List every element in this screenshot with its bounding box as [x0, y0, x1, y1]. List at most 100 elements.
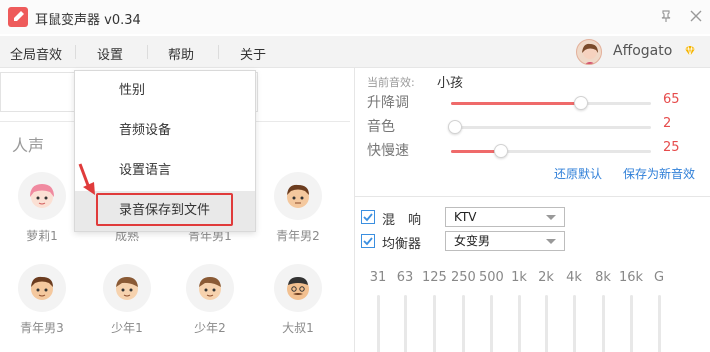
menu-help[interactable]: 帮助 [168, 44, 194, 63]
user-avatar[interactable] [576, 39, 602, 65]
eq-band-label: 4k [566, 270, 582, 285]
loli-face-icon [30, 184, 54, 208]
menu-bar: 全局音效 设置 帮助 关于 Affogato [0, 36, 710, 68]
slider-fill [451, 102, 581, 105]
equalizer-checkbox[interactable] [361, 234, 375, 248]
eq-band-slider[interactable] [404, 295, 407, 352]
eq-band-slider[interactable] [630, 295, 633, 352]
voice-label: 大叔1 [282, 321, 314, 335]
eq-band-label: 16k [619, 270, 644, 285]
window-title: 耳鼠变声器 v0.34 [35, 13, 141, 28]
timbre-slider-row: 音色 2 [367, 116, 707, 138]
vip-diamond-icon [683, 44, 697, 58]
young-man-face-icon [31, 276, 53, 300]
voice-avatar [274, 172, 322, 220]
microphone-app-icon [8, 7, 28, 27]
voice-item-boy2[interactable]: 少年2 [170, 264, 250, 336]
eq-band-label: 1k [511, 270, 527, 285]
pin-icon[interactable] [655, 6, 677, 28]
eq-band-label: 125 [422, 270, 447, 285]
eq-band-label: 2k [538, 270, 554, 285]
menu-item-gender[interactable]: 性别 [75, 71, 255, 111]
reset-default-link[interactable]: 还原默认 [554, 165, 602, 182]
equalizer-select-value: 女变男 [454, 234, 491, 248]
menu-settings[interactable]: 设置 [97, 44, 123, 63]
eq-band-label: 8k [595, 270, 611, 285]
speed-slider[interactable] [451, 144, 651, 158]
eq-band-slider[interactable] [377, 295, 380, 352]
voice-item-loli1[interactable]: 萝莉1 [2, 172, 82, 244]
pitch-slider-row: 升降调 65 [367, 92, 707, 114]
voice-avatar [186, 264, 234, 312]
speed-slider-row: 快慢速 25 [367, 140, 707, 162]
slider-handle[interactable] [448, 120, 462, 134]
annotation-highlight-box [96, 193, 233, 226]
reverb-select-value: KTV [454, 210, 477, 224]
eq-band-label: 31 [369, 270, 387, 285]
section-label-voice: 人声 [12, 136, 45, 155]
eq-band-slider[interactable] [462, 295, 465, 352]
menu-divider [218, 45, 219, 59]
boy-face-icon [116, 277, 138, 300]
voice-label: 萝莉1 [26, 229, 58, 243]
voice-avatar [274, 264, 322, 312]
eq-band-slider[interactable] [518, 295, 521, 352]
voice-avatar [103, 264, 151, 312]
title-bar: 耳鼠变声器 v0.34 [0, 0, 710, 34]
voice-avatar [18, 264, 66, 312]
eq-band-slider[interactable] [602, 295, 605, 352]
slider-value: 2 [663, 116, 672, 131]
voice-label: 青年男3 [20, 321, 64, 335]
close-icon[interactable] [685, 6, 707, 28]
slider-handle[interactable] [574, 96, 588, 110]
voice-item-boy1[interactable]: 少年1 [87, 264, 167, 336]
current-effect-value: 小孩 [437, 76, 464, 91]
eq-band-slider[interactable] [545, 295, 548, 352]
eq-band-slider[interactable] [490, 295, 493, 352]
pitch-slider[interactable] [451, 96, 651, 110]
slider-label: 快慢速 [367, 143, 409, 159]
menu-global-effects[interactable]: 全局音效 [10, 44, 62, 63]
eq-band-slider[interactable] [573, 295, 576, 352]
divider [355, 196, 710, 197]
slider-label: 升降调 [367, 95, 409, 111]
slider-value: 65 [663, 92, 680, 107]
eq-band-label: 63 [396, 270, 414, 285]
eq-band-label: 250 [451, 270, 476, 285]
uncle-face-icon [287, 277, 309, 300]
chevron-down-icon [546, 239, 556, 244]
menu-item-audio-device[interactable]: 音频设备 [75, 111, 255, 151]
voice-avatar [18, 172, 66, 220]
equalizer-select[interactable]: 女变男 [445, 231, 565, 251]
menu-about[interactable]: 关于 [240, 44, 266, 63]
voice-item-uncle1[interactable]: 大叔1 [258, 264, 338, 336]
timbre-slider[interactable] [448, 120, 651, 134]
voice-label: 少年2 [194, 321, 226, 335]
voice-item-young-man2[interactable]: 青年男2 [258, 172, 338, 244]
menu-divider [75, 45, 76, 59]
voice-label: 青年男2 [276, 229, 320, 243]
eq-band-slider[interactable] [433, 295, 436, 352]
save-new-effect-link[interactable]: 保存为新音效 [623, 165, 695, 182]
voice-label: 少年1 [111, 321, 143, 335]
slider-value: 25 [663, 140, 680, 155]
equalizer-label: 均衡器 [382, 237, 422, 252]
eq-band-slider[interactable] [658, 295, 661, 352]
effect-settings-panel: 当前音效: 小孩 升降调 65 音色 2 快慢速 25 还原默认 保存为新音效 … [354, 68, 710, 352]
current-effect-label: 当前音效: [367, 76, 415, 89]
young-man-face-icon [287, 184, 309, 208]
eq-band-label: 500 [479, 270, 504, 285]
reverb-checkbox[interactable] [361, 210, 375, 224]
reverb-select[interactable]: KTV [445, 207, 565, 227]
slider-handle[interactable] [494, 144, 508, 158]
voice-item-young-man3[interactable]: 青年男3 [2, 264, 82, 336]
annotation-arrow-icon [78, 163, 95, 195]
chevron-down-icon [546, 215, 556, 220]
username[interactable]: Affogato [613, 43, 672, 59]
menu-divider [147, 45, 148, 59]
boy-face-icon [199, 277, 221, 300]
reverb-label: 混 响 [382, 213, 422, 228]
slider-label: 音色 [367, 119, 395, 135]
eq-band-label: G [653, 270, 665, 285]
menu-item-language[interactable]: 设置语言 [75, 151, 255, 191]
